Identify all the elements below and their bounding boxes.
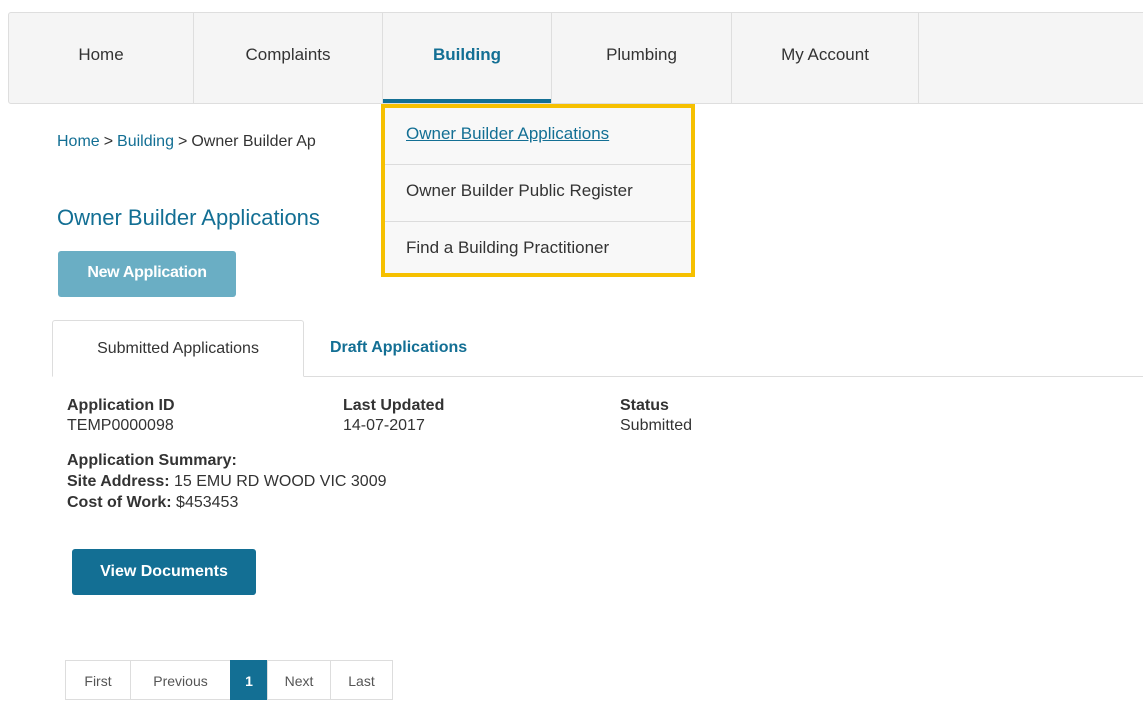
- breadcrumb-current: Owner Builder Ap: [191, 133, 316, 150]
- application-id-value: TEMP0000098: [67, 417, 174, 434]
- nav-plumbing[interactable]: Plumbing: [552, 13, 732, 103]
- cost-of-work-value: $453453: [176, 494, 239, 511]
- status-label: Status: [620, 397, 669, 414]
- site-address-value: 15 EMU RD WOOD VIC 3009: [174, 473, 387, 490]
- pagination: First Previous 1 Next Last: [65, 660, 393, 700]
- pagination-first[interactable]: First: [65, 660, 131, 700]
- page-title: Owner Builder Applications: [57, 205, 320, 230]
- last-updated-label: Last Updated: [343, 397, 445, 414]
- pagination-previous[interactable]: Previous: [130, 660, 231, 700]
- cost-of-work-row: Cost of Work: $453453: [67, 492, 387, 513]
- pagination-last[interactable]: Last: [330, 660, 393, 700]
- nav-building[interactable]: Building: [383, 13, 552, 103]
- nav-complaints[interactable]: Complaints: [194, 13, 383, 103]
- menu-item-owner-builder-public-register[interactable]: Owner Builder Public Register: [385, 165, 691, 222]
- cost-of-work-label: Cost of Work:: [67, 494, 172, 511]
- nav-home[interactable]: Home: [9, 13, 194, 103]
- summary-label: Application Summary:: [67, 452, 237, 469]
- application-id-column: Application ID TEMP0000098: [67, 396, 175, 436]
- status-column: Status Submitted: [620, 396, 692, 436]
- site-address-label: Site Address:: [67, 473, 170, 490]
- breadcrumb: Home > Building > Owner Builder Ap: [57, 133, 316, 151]
- site-address-row: Site Address: 15 EMU RD WOOD VIC 3009: [67, 471, 387, 492]
- top-navbar: Home Complaints Building Plumbing My Acc…: [8, 12, 1143, 104]
- breadcrumb-separator: >: [103, 133, 114, 150]
- tab-draft-applications[interactable]: Draft Applications: [308, 320, 489, 377]
- last-updated-value: 14-07-2017: [343, 417, 425, 434]
- menu-item-owner-builder-applications[interactable]: Owner Builder Applications: [385, 108, 691, 165]
- building-dropdown-menu: Owner Builder Applications Owner Builder…: [381, 104, 695, 277]
- tab-submitted-applications[interactable]: Submitted Applications: [52, 320, 304, 377]
- status-value: Submitted: [620, 417, 693, 434]
- view-documents-button[interactable]: View Documents: [72, 549, 256, 595]
- pagination-next[interactable]: Next: [267, 660, 331, 700]
- breadcrumb-building[interactable]: Building: [117, 133, 174, 150]
- new-application-button[interactable]: New Application: [58, 251, 236, 297]
- breadcrumb-home[interactable]: Home: [57, 133, 100, 150]
- last-updated-column: Last Updated 14-07-2017: [343, 396, 444, 436]
- application-summary: Application Summary: Site Address: 15 EM…: [67, 450, 387, 513]
- pagination-page-1[interactable]: 1: [230, 660, 268, 700]
- application-id-label: Application ID: [67, 397, 175, 414]
- menu-item-find-building-practitioner[interactable]: Find a Building Practitioner: [385, 222, 691, 279]
- nav-my-account[interactable]: My Account: [732, 13, 919, 103]
- breadcrumb-separator: >: [177, 133, 188, 150]
